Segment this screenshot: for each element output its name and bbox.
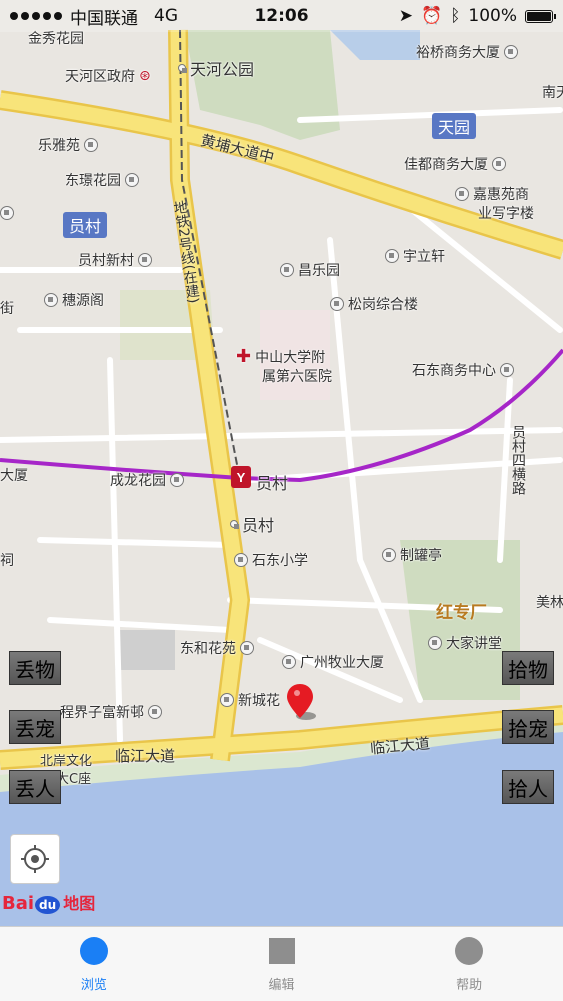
poi-label: 员村新村 <box>78 250 152 270</box>
poi-label: 天河公园 <box>178 56 254 80</box>
tab-label: 浏览 <box>80 977 107 993</box>
signal-strength-icon <box>10 12 62 20</box>
poi-label: 新城花 <box>220 690 280 710</box>
found-item-button[interactable]: 拾物 <box>502 651 554 685</box>
poi-label: 制罐亭 <box>382 545 442 565</box>
poi-label: 程界子富新邨 <box>60 702 162 722</box>
poi-label: 宇立轩 <box>385 246 445 266</box>
tab-label: 帮助 <box>456 977 483 993</box>
locate-me-button[interactable] <box>10 834 60 884</box>
poi-label: 美林 <box>536 595 563 611</box>
poi-label: 祠 <box>0 553 14 569</box>
poi-label: 东和花苑 <box>180 638 254 658</box>
status-bar: 中国联通 4G 12:06 ➤ ⏰ ᛒ 100% <box>0 0 563 32</box>
alarm-icon: ⏰ <box>421 6 443 26</box>
svg-text:Y: Y <box>237 470 246 485</box>
poi-label: 员村 <box>256 474 289 493</box>
poi-label: 大厦 <box>0 468 28 484</box>
poi-label: 昌乐园 <box>280 260 340 280</box>
poi-label: 成龙花园 <box>110 470 184 490</box>
road-label-yuancun-4: 员村四横路 <box>510 425 526 495</box>
poi-label: 石东商务中心 <box>412 360 514 380</box>
circle-icon <box>79 936 108 965</box>
baidu-map-logo: Bai du 地图 <box>2 893 96 914</box>
poi-label: 嘉惠苑商 <box>455 184 529 204</box>
poi-label: 佳都商务大厦 <box>404 154 506 174</box>
poi-label: 南天 <box>542 85 563 101</box>
poi-label: 石东小学 <box>234 550 308 570</box>
battery-icon <box>525 9 556 23</box>
battery-percent: 100% <box>468 6 517 26</box>
network-type: 4G <box>154 6 178 26</box>
baidu-paw-icon: du <box>35 896 61 914</box>
poi-label: 乐雅苑 <box>38 135 98 155</box>
location-pin-icon[interactable] <box>284 682 320 724</box>
map-view[interactable]: Y 天园 员村 黄埔大道中 地铁2号线(在建) 员村四横路 临江大道 临江大道 … <box>0 0 563 926</box>
tab-label: 编辑 <box>268 977 295 993</box>
poi-label: 业写字楼 <box>478 206 534 222</box>
poi-label: 广州牧业大厦 <box>282 652 384 672</box>
found-person-button[interactable]: 拾人 <box>502 770 554 804</box>
carrier-name: 中国联通 <box>70 8 138 29</box>
poi-label <box>0 206 14 220</box>
lost-person-button[interactable]: 丢人 <box>9 770 61 804</box>
poi-highlight-hongzhuanchang: 红专厂 <box>436 603 487 623</box>
crosshair-icon <box>21 845 49 873</box>
poi-label: 东璟花园 <box>65 170 139 190</box>
square-icon <box>268 937 295 964</box>
poi-label: 天河区政府 ⊛ <box>65 68 151 85</box>
lost-item-button[interactable]: 丢物 <box>9 651 61 685</box>
poi-label: 北岸文化 <box>40 754 93 769</box>
district-label-tianyuan: 天园 <box>432 113 477 139</box>
poi-label: ✚ 中山大学附 <box>236 346 326 367</box>
poi-label: 裕桥商务大厦 <box>416 42 518 62</box>
poi-label: 街 <box>0 301 14 317</box>
location-arrow-icon: ➤ <box>398 6 414 26</box>
tab-browse[interactable]: 浏览 <box>0 927 188 1001</box>
circle-icon <box>455 936 484 965</box>
tab-help[interactable]: 帮助 <box>375 927 563 1001</box>
district-label-yuancun: 员村 <box>63 212 108 238</box>
road-label-linjiang-1: 临江大道 <box>115 747 176 765</box>
poi-label: 松岗综合楼 <box>330 294 418 314</box>
tab-edit[interactable]: 编辑 <box>188 927 376 1001</box>
tab-bar: 浏览 编辑 帮助 <box>0 926 563 1001</box>
poi-label: 穗源阁 <box>44 290 104 310</box>
poi-label: 大家讲堂 <box>428 633 502 653</box>
poi-label: 员村 <box>230 512 274 536</box>
poi-label: 属第六医院 <box>262 369 332 385</box>
found-pet-button[interactable]: 拾宠 <box>502 710 554 744</box>
bluetooth-icon: ᛒ <box>450 6 461 26</box>
status-time: 12:06 <box>254 6 309 26</box>
lost-pet-button[interactable]: 丢宠 <box>9 710 61 744</box>
poi-label: 大C座 <box>56 772 92 787</box>
